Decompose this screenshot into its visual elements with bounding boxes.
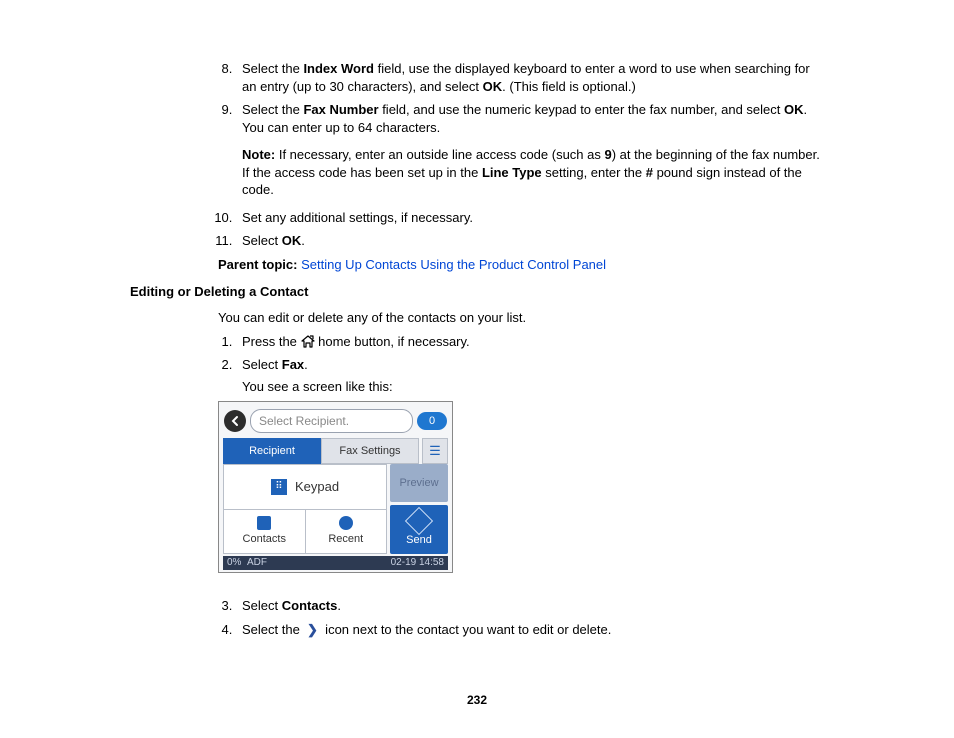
contacts-icon (257, 516, 271, 530)
back-button[interactable] (224, 410, 246, 432)
note-block: Note: If necessary, enter an outside lin… (242, 146, 824, 199)
device-screenshot: Select Recipient. 0 Recipient Fax Settin… (218, 401, 453, 573)
keypad-icon: ⠿ (271, 479, 287, 495)
step-10: Set any additional settings, if necessar… (236, 209, 824, 227)
parent-topic-link[interactable]: Setting Up Contacts Using the Product Co… (301, 257, 606, 272)
send-button[interactable]: Send (390, 505, 448, 554)
status-bar: 0% ADF 02-19 14:58 (223, 556, 448, 570)
menu-icon[interactable]: ☰ (422, 438, 448, 464)
intro-text: You can edit or delete any of the contac… (130, 309, 824, 327)
preview-button[interactable]: Preview (390, 464, 448, 502)
section-heading: Editing or Deleting a Contact (130, 283, 824, 301)
step2-2: Select Fax. You see a screen like this: (236, 356, 824, 395)
page-number: 232 (0, 692, 954, 708)
select-recipient-field[interactable]: Select Recipient. (250, 409, 413, 433)
step-11: Select OK. (236, 232, 824, 250)
parent-topic-line: Parent topic: Setting Up Contacts Using … (130, 256, 824, 274)
tab-fax-settings[interactable]: Fax Settings (321, 438, 419, 464)
step-8: Select the Index Word field, use the dis… (236, 60, 824, 95)
recipient-count-badge: 0 (417, 412, 447, 430)
step-9: Select the Fax Number field, and use the… (236, 101, 824, 199)
step2-4: Select the ❯ icon next to the contact yo… (236, 621, 824, 639)
keypad-button[interactable]: ⠿ Keypad (224, 465, 386, 510)
recent-icon (339, 516, 353, 530)
home-icon (301, 334, 315, 349)
step2-1: Press the home button, if necessary. (236, 333, 824, 351)
tab-recipient[interactable]: Recipient (223, 438, 321, 464)
recent-button[interactable]: Recent (306, 510, 387, 554)
contacts-button[interactable]: Contacts (224, 510, 306, 554)
send-icon (405, 507, 433, 535)
step2-3: Select Contacts. (236, 597, 824, 615)
chevron-right-icon: ❯ (303, 622, 321, 637)
